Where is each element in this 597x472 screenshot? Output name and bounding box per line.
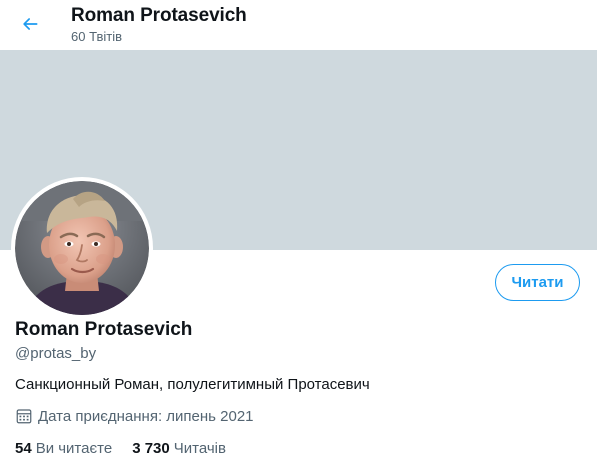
profile-stats: 54 Ви читаєте 3 730 Читачів	[15, 440, 226, 457]
profile-name: Roman Protasevich	[15, 319, 193, 340]
followers-label: Читачів	[173, 440, 226, 457]
following-link[interactable]: 54 Ви читаєте	[15, 440, 112, 457]
header-title: Roman Protasevich	[71, 5, 247, 26]
followers-count: 3 730	[132, 440, 170, 457]
arrow-left-icon	[23, 18, 38, 30]
join-date-text: Дата приєднання: липень 2021	[38, 407, 254, 425]
following-label: Ви читаєте	[35, 440, 113, 457]
avatar[interactable]	[15, 181, 149, 315]
following-count: 54	[15, 440, 32, 457]
tweet-count: 60 Твітів	[71, 29, 122, 44]
followers-link[interactable]: 3 730 Читачів	[132, 440, 226, 457]
profile-header: Roman Protasevich 60 Твітів	[0, 0, 597, 50]
avatar-frame	[11, 177, 153, 319]
profile-handle: @protas_by	[15, 345, 97, 362]
join-date: Дата приєднання: липень 2021	[15, 407, 254, 425]
back-button[interactable]	[13, 7, 47, 41]
profile-bio: Санкционный Роман, полулегитимный Протас…	[15, 376, 370, 393]
calendar-icon	[16, 409, 32, 424]
follow-button[interactable]: Читати	[495, 264, 580, 301]
profile-page: Roman Protasevich 60 Твітів Читати Roman…	[0, 0, 597, 472]
